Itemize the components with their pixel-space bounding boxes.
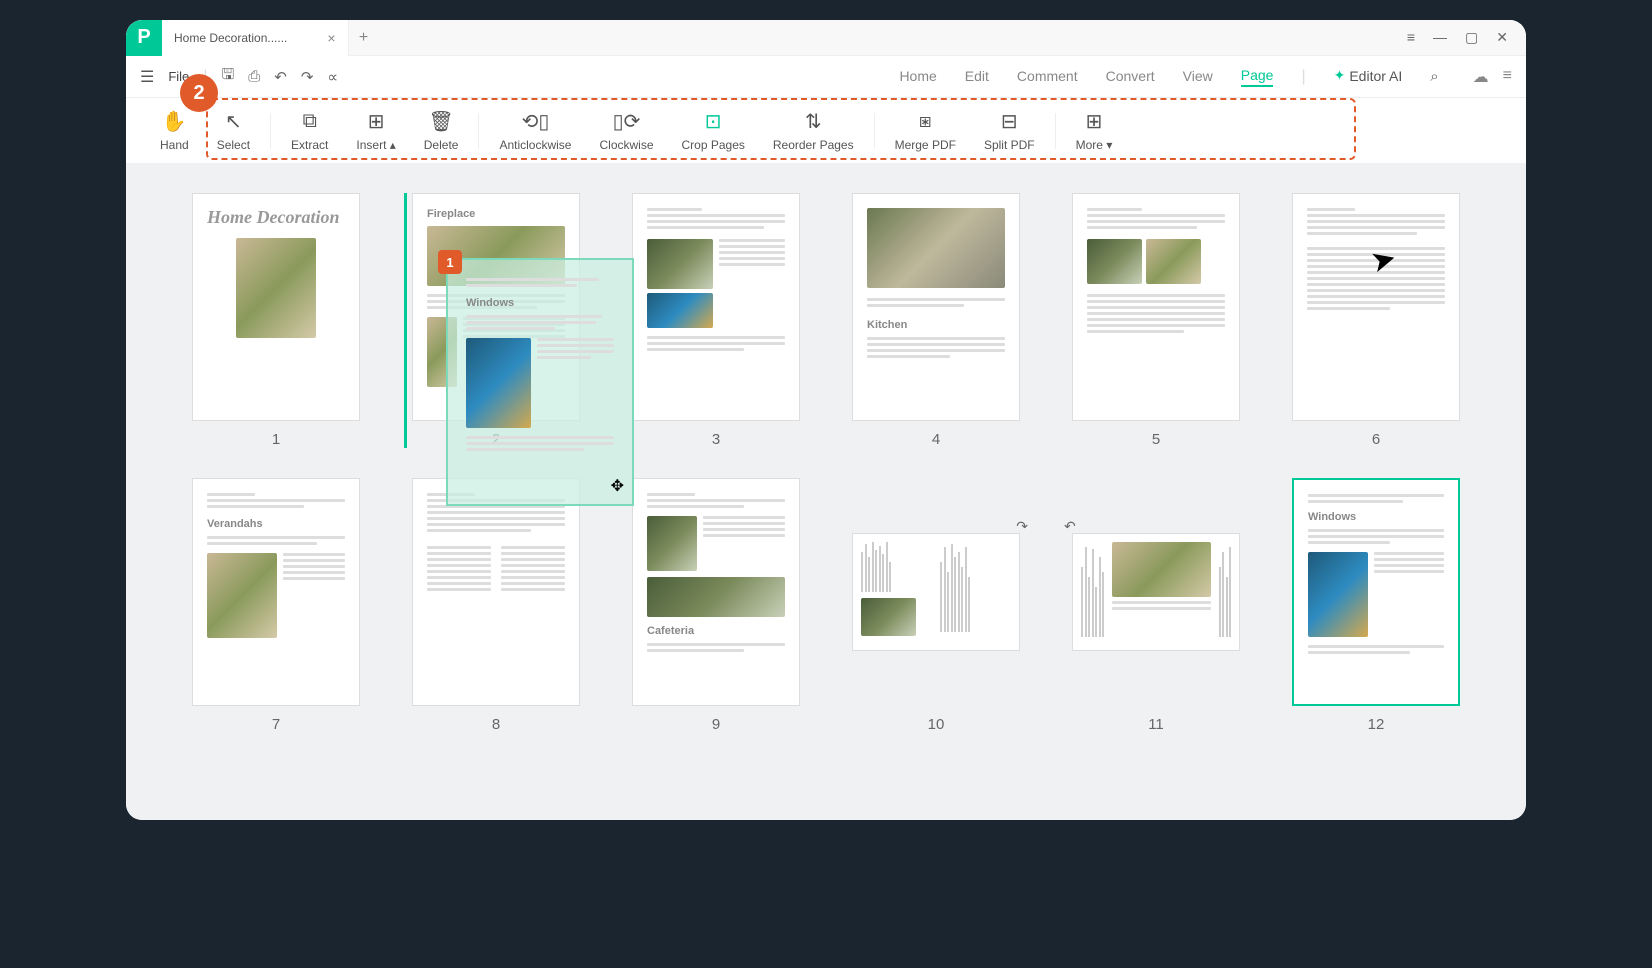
page-thumb-1[interactable]: Home Decoration 1 1 Windows ✥	[186, 193, 366, 448]
page-grid: Home Decoration 1 1 Windows ✥	[186, 193, 1466, 733]
tab-page[interactable]: Page	[1241, 67, 1274, 87]
page-grid-area: Home Decoration 1 1 Windows ✥	[126, 163, 1526, 820]
page-number: 7	[272, 716, 280, 733]
split-icon: ⊟	[1001, 110, 1018, 134]
save-icon[interactable]: 🖫	[221, 64, 234, 89]
select-tool[interactable]: ↖ Select	[203, 106, 264, 156]
page-thumb-11[interactable]: ↶ 11	[1066, 478, 1246, 733]
hand-tool[interactable]: ✋ Hand	[146, 106, 203, 156]
reorder-icon: ⇅	[805, 110, 822, 134]
tab-comment[interactable]: Comment	[1017, 68, 1078, 86]
new-tab-button[interactable]: +	[349, 29, 379, 47]
close-window-icon[interactable]: ✕	[1496, 29, 1508, 46]
more-menu-icon[interactable]: ≡	[1503, 67, 1512, 87]
page-image	[1308, 552, 1368, 637]
maximize-icon[interactable]: ▢	[1465, 29, 1478, 46]
cover-image	[236, 238, 316, 338]
extract-icon: ⧉	[303, 110, 317, 134]
rotate-clockwise-tool[interactable]: ▯⟳ Clockwise	[585, 106, 667, 156]
tab-edit[interactable]: Edit	[965, 68, 989, 86]
page-image	[867, 208, 1005, 288]
minimize-icon[interactable]: —	[1433, 29, 1447, 46]
main-tabs: Home Edit Comment Convert View Page | Ed…	[899, 67, 1438, 87]
delete-icon: 🗑	[428, 110, 453, 134]
page-number: 12	[1368, 716, 1385, 733]
editor-ai-button[interactable]: Editor AI	[1334, 67, 1403, 86]
page-number: 5	[1152, 431, 1160, 448]
window-menu-icon[interactable]: ≡	[1407, 29, 1415, 46]
hamburger-icon[interactable]: ☰	[140, 67, 154, 87]
search-icon[interactable]: ⌕	[1430, 68, 1438, 85]
page-thumb-3[interactable]: 3	[626, 193, 806, 448]
page-number: 1	[272, 431, 280, 448]
grid-icon: ⊞	[1086, 110, 1103, 134]
window-controls: ≡ — ▢ ✕	[1407, 29, 1526, 46]
app-logo: P	[126, 20, 162, 56]
rotate-ccw-icon: ⟲▯	[522, 110, 550, 134]
page-number: 8	[492, 716, 500, 733]
page-toolbar: 2 ➤ ✋ Hand ↖ Select ⧉ Extract ⊞ Insert ▴…	[126, 98, 1526, 163]
merge-pdf-tool[interactable]: ⧆ Merge PDF	[881, 106, 970, 156]
merge-icon: ⧆	[919, 110, 932, 134]
crop-icon: ⊡	[705, 110, 722, 134]
page-thumb-12[interactable]: Windows 12	[1286, 478, 1466, 733]
app-window: P Home Decoration...... × + ≡ — ▢ ✕ ☰ Fi…	[126, 20, 1526, 820]
undo-icon[interactable]: ↶	[274, 68, 287, 86]
tab-convert[interactable]: Convert	[1106, 68, 1155, 86]
extract-tool[interactable]: ⧉ Extract	[277, 106, 342, 156]
page-thumb-10[interactable]: ↷ 10	[846, 478, 1026, 733]
drag-count-badge: 1	[438, 250, 462, 274]
page-number: 9	[712, 716, 720, 733]
page-number: 11	[1148, 716, 1164, 733]
titlebar: P Home Decoration...... × + ≡ — ▢ ✕	[126, 20, 1526, 56]
hand-icon: ✋	[162, 110, 187, 134]
rotate-cw-icon: ▯⟳	[613, 110, 641, 134]
delete-tool[interactable]: 🗑 Delete	[410, 106, 473, 156]
page-thumb-6[interactable]: 6	[1286, 193, 1466, 448]
annotation-badge-2: 2	[180, 74, 218, 112]
page-number: 6	[1372, 431, 1380, 448]
page-image	[207, 553, 277, 638]
tab-view[interactable]: View	[1183, 68, 1213, 86]
page-thumb-4[interactable]: Kitchen 4	[846, 193, 1026, 448]
page-thumb-5[interactable]: 5	[1066, 193, 1246, 448]
move-cursor-icon: ✥	[611, 476, 624, 496]
crop-pages-tool[interactable]: ⊡ Crop Pages	[668, 106, 759, 156]
drop-insert-indicator	[404, 193, 407, 448]
tab-title: Home Decoration......	[174, 31, 287, 45]
insert-icon: ⊞	[368, 110, 385, 134]
dragging-page-preview[interactable]: 1 Windows ✥	[446, 258, 634, 506]
cursor-icon: ↖	[225, 110, 242, 134]
drag-thumb-image	[466, 338, 531, 428]
rotate-anticlockwise-tool[interactable]: ⟲▯ Anticlockwise	[485, 106, 585, 156]
page-thumb-7[interactable]: Verandahs 7	[186, 478, 366, 733]
document-tab[interactable]: Home Decoration...... ×	[162, 20, 349, 56]
tab-home[interactable]: Home	[899, 68, 936, 86]
page-thumb-8[interactable]: 8	[406, 478, 586, 733]
more-tools[interactable]: ⊞ More ▾	[1062, 106, 1127, 156]
reorder-pages-tool[interactable]: ⇅ Reorder Pages	[759, 106, 868, 156]
share-icon[interactable]: ∝	[327, 68, 338, 86]
insert-tool[interactable]: ⊞ Insert ▴	[342, 106, 409, 156]
menubar: ☰ File | 🖫 ⎙ ↶ ↷ ∝ Home Edit Comment Con…	[126, 56, 1526, 98]
redo-icon[interactable]: ↷	[301, 68, 314, 86]
page-number: 10	[928, 716, 945, 733]
page-number: 3	[712, 431, 720, 448]
right-menu-icons: ☁ ≡	[1473, 67, 1512, 87]
page-thumb-9[interactable]: Cafeteria 9	[626, 478, 806, 733]
cloud-icon[interactable]: ☁	[1473, 67, 1489, 87]
tab-close-icon[interactable]: ×	[327, 30, 335, 46]
split-pdf-tool[interactable]: ⊟ Split PDF	[970, 106, 1049, 156]
page-number: 4	[932, 431, 940, 448]
print-icon[interactable]: ⎙	[248, 68, 260, 85]
